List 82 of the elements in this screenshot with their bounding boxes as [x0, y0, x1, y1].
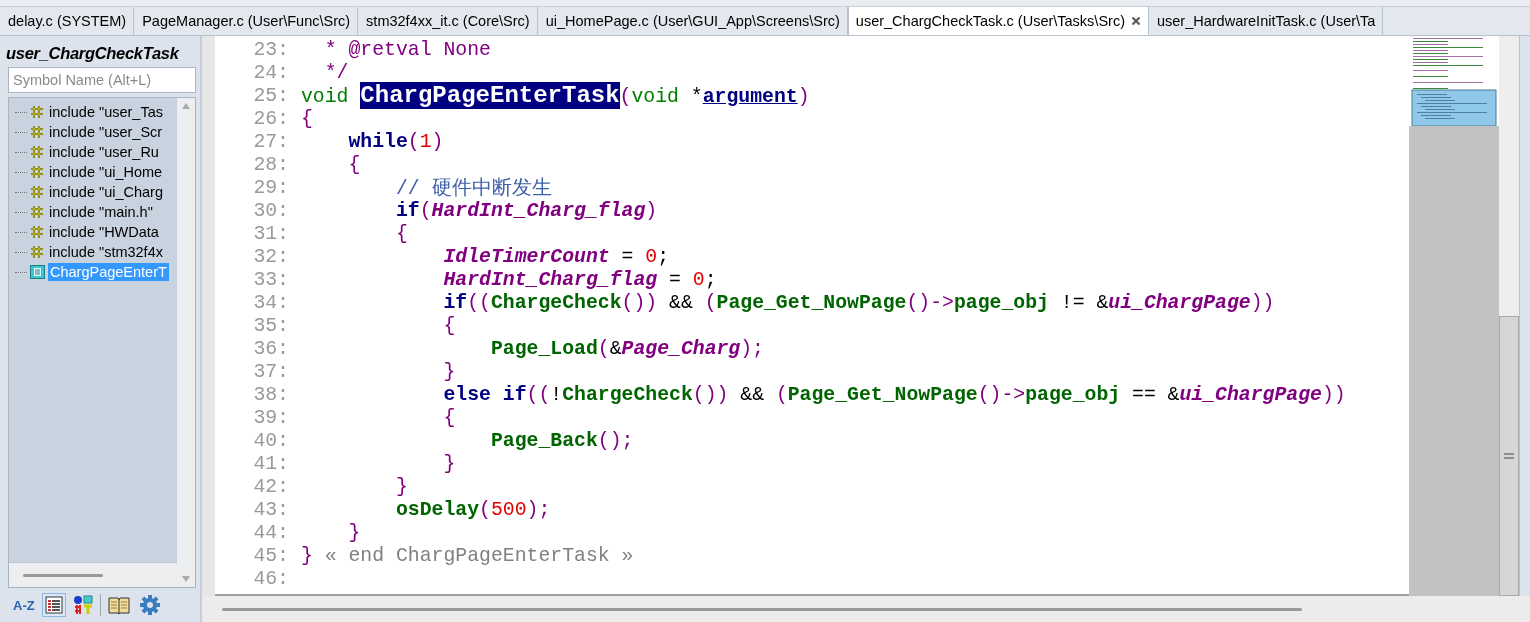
code-line: HardInt_Charg_flag = 0; — [443, 268, 717, 291]
code-line: // 硬件中断发生 — [395, 176, 552, 201]
line-number: 36: — [252, 337, 290, 360]
line-number: 24: — [252, 61, 290, 84]
outline-title: user_ChargCheckTask — [5, 43, 181, 64]
outline-item[interactable]: include "user_Scr — [47, 123, 165, 141]
line-number: 40: — [252, 429, 290, 452]
line-number: 42: — [252, 475, 290, 498]
code-line: Page_Load(&Page_Charg); — [490, 337, 764, 360]
hash-icon — [30, 105, 44, 119]
code-line: { — [443, 406, 456, 429]
line-number: 31: — [252, 222, 290, 245]
line-number: 30: — [252, 199, 290, 222]
horizontal-scrollbar[interactable] — [202, 596, 1530, 622]
code-line: } — [443, 360, 456, 383]
code-line: else if((!ChargeCheck()) && (Page_Get_NowPage()->page_obj == &ui_ChargPage)) — [443, 383, 1346, 406]
outline-item[interactable]: include "user_Tas — [47, 103, 165, 121]
symbols-icon — [72, 595, 93, 615]
hash-icon — [30, 225, 44, 239]
code-line: { — [443, 314, 456, 337]
line-number: 38: — [252, 383, 290, 406]
line-number: 25: — [252, 84, 290, 107]
line-number: 34: — [252, 291, 290, 314]
code-line: } — [395, 475, 408, 498]
outline-item[interactable]: include "user_Ru — [47, 143, 161, 161]
code-line: } « end ChargPageEnterTask » — [301, 544, 634, 567]
line-number: 23: — [252, 38, 290, 61]
book-icon — [107, 596, 130, 614]
hash-icon — [30, 205, 44, 219]
horizontal-scrollbar[interactable] — [9, 562, 177, 587]
function-icon — [30, 265, 45, 279]
list-button[interactable] — [41, 593, 66, 617]
code-line: } — [443, 452, 456, 475]
close-icon[interactable] — [1131, 16, 1141, 26]
hash-icon — [30, 125, 44, 139]
line-number: 45: — [252, 544, 290, 567]
hash-icon — [30, 145, 44, 159]
code-line: * @retval None — [324, 38, 491, 61]
code-line: void ChargPageEnterTask(void *argument) — [301, 82, 810, 109]
outline-item[interactable]: include "main.h" — [47, 203, 155, 221]
grip-icon — [1503, 452, 1515, 460]
line-number: 44: — [252, 521, 290, 544]
hash-icon — [30, 165, 44, 179]
code-line: } — [348, 521, 361, 544]
outline-item[interactable]: include "ui_Home — [47, 163, 165, 181]
code-line: */ — [324, 61, 349, 84]
line-number: 32: — [252, 245, 290, 268]
vertical-scrollbar[interactable] — [177, 98, 195, 587]
line-number: 26: — [252, 107, 290, 130]
code-line: Page_Back(); — [490, 429, 634, 452]
sort-button[interactable]: A-Z — [10, 593, 38, 617]
scroll-up-icon[interactable] — [181, 102, 191, 110]
outline-item[interactable]: include "stm32f4x — [47, 243, 165, 261]
line-number: 28: — [252, 153, 290, 176]
symbol-search-field[interactable]: Symbol Name (Alt+L) — [8, 67, 196, 93]
file-tab[interactable]: user_ChargCheckTask.c (User\Tasks\Src) — [847, 7, 1149, 35]
line-number: 35: — [252, 314, 290, 337]
code-line: while(1) — [348, 130, 444, 153]
line-number: 29: — [252, 176, 290, 199]
code-line: if((ChargeCheck()) && (Page_Get_NowPage()->page_obj != &ui_ChargPage)) — [443, 291, 1275, 314]
code-line: IdleTimerCount = 0; — [443, 245, 670, 268]
code-line: { — [348, 153, 361, 176]
line-number: 39: — [252, 406, 290, 429]
outline-item[interactable]: include "ui_Charg — [47, 183, 165, 201]
line-number: 27: — [252, 130, 290, 153]
vertical-scrollbar[interactable] — [1499, 316, 1519, 596]
scroll-down-icon[interactable] — [181, 575, 191, 583]
minimap-drawing[interactable] — [1409, 36, 1499, 126]
line-number: 46: — [252, 567, 290, 590]
code-line: if(HardInt_Charg_flag) — [395, 199, 658, 222]
list-icon — [44, 596, 63, 614]
line-number: 37: — [252, 360, 290, 383]
line-number: 41: — [252, 452, 290, 475]
code-line: osDelay(500); — [395, 498, 551, 521]
line-number: 43: — [252, 498, 290, 521]
line-number: 33: — [252, 268, 290, 291]
hash-icon — [30, 245, 44, 259]
outline-item[interactable]: include "HWData — [47, 223, 161, 241]
settings-icon — [139, 595, 160, 615]
hash-icon — [30, 185, 44, 199]
code-line: { — [301, 107, 313, 130]
code-line: { — [395, 222, 408, 245]
